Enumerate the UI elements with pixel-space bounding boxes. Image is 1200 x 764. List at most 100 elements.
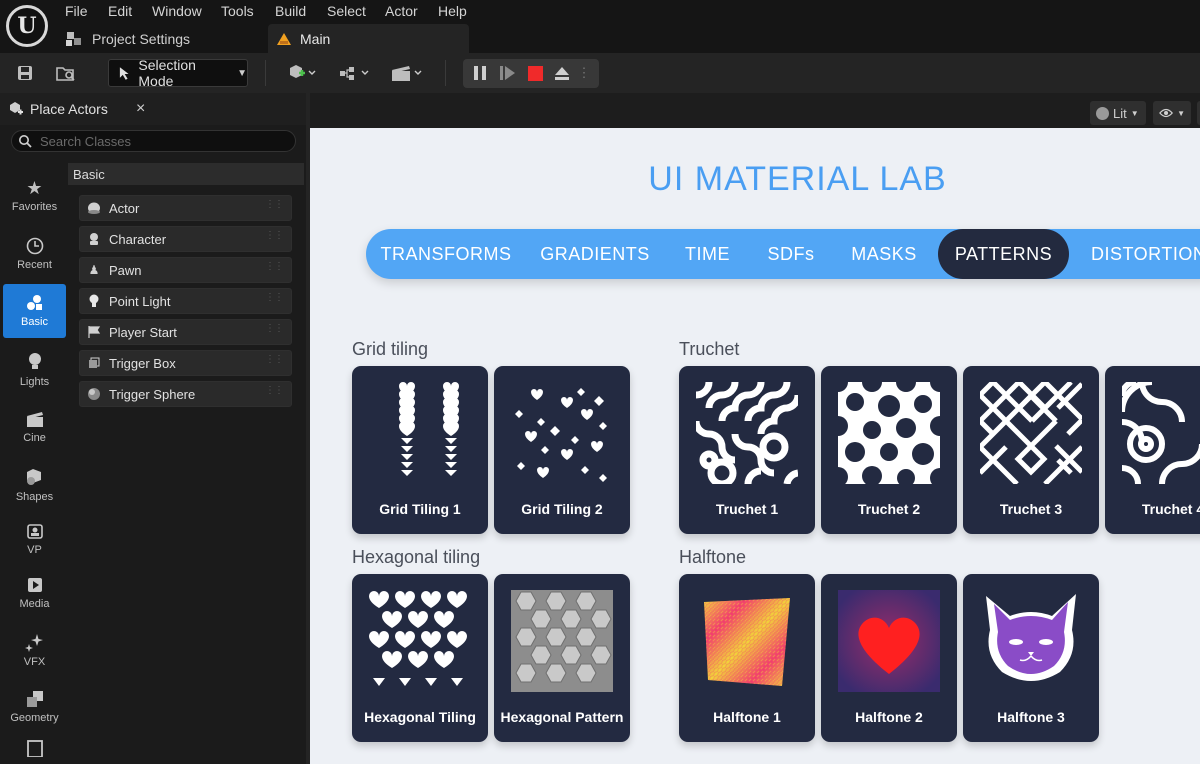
actor-list: Basic Actor ⋮⋮ Character ⋮⋮ ♟ Pawn ⋮⋮ Po… <box>68 163 306 764</box>
tab-transforms[interactable]: TRANSFORMS <box>368 229 524 279</box>
browse-content-button[interactable] <box>52 59 80 87</box>
search-classes-input[interactable]: Search Classes <box>11 130 296 152</box>
category-label: Basic <box>21 316 48 328</box>
tab-main[interactable]: Main <box>268 24 469 54</box>
save-button[interactable] <box>12 59 38 87</box>
tab-gradients[interactable]: GRADIENTS <box>524 229 666 279</box>
actor-item-pawn[interactable]: ♟ Pawn ⋮⋮ <box>79 257 292 283</box>
pattern-card-label: Truchet 2 <box>857 500 921 517</box>
chevron-down-icon: ▼ <box>237 67 247 79</box>
view-mode-lit-button[interactable]: Lit ▼ <box>1090 101 1146 125</box>
menu-tools[interactable]: Tools <box>221 3 254 19</box>
drag-handle-icon[interactable]: ⋮⋮ <box>265 386 284 396</box>
category-label: Lights <box>19 376 50 388</box>
drag-handle-icon[interactable]: ⋮⋮ <box>265 355 284 365</box>
pattern-card[interactable]: Hexagonal Pattern <box>494 574 630 742</box>
halftone-3-thumbnail <box>986 594 1076 681</box>
unreal-logo-icon[interactable]: U <box>6 5 48 47</box>
actor-item-point-light[interactable]: Point Light ⋮⋮ <box>79 288 292 314</box>
tab-project-settings[interactable]: Project Settings <box>64 26 190 52</box>
pattern-card-label: Halftone 3 <box>997 708 1065 725</box>
pattern-card-label: Truchet 4 <box>1141 500 1200 517</box>
drag-handle-icon[interactable]: ⋮⋮ <box>265 231 284 241</box>
show-flags-button[interactable]: ▼ <box>1153 101 1191 125</box>
category-media[interactable]: Media <box>3 566 66 620</box>
pattern-card[interactable]: Truchet 1 <box>679 366 815 534</box>
actor-item-character[interactable]: Character ⋮⋮ <box>79 226 292 252</box>
category-label: Shapes <box>15 491 54 503</box>
category-geometry[interactable]: Geometry <box>3 680 66 734</box>
tab-main-label: Main <box>300 31 331 47</box>
pattern-card[interactable]: Halftone 2 <box>821 574 957 742</box>
drag-handle-icon[interactable]: ⋮⋮ <box>265 324 284 334</box>
category-tabs: TRANSFORMS GRADIENTS TIME SDFs MASKS PAT… <box>366 229 1200 279</box>
truchet-2-thumbnail <box>838 382 940 484</box>
drag-handle-icon[interactable]: ⋮⋮ <box>265 293 284 303</box>
viewport-toolbar: Lit ▼ ▼ <box>310 93 1200 128</box>
bulb-icon <box>28 353 41 369</box>
close-icon[interactable]: × <box>136 100 145 118</box>
level-viewport[interactable]: Lit ▼ ▼ UI MATERIAL LAB TRANSFORMS GRADI… <box>306 93 1200 764</box>
tab-distortions[interactable]: DISTORTIONS <box>1073 229 1200 279</box>
pattern-card[interactable]: Truchet 4 <box>1105 366 1200 534</box>
step-button[interactable] <box>497 59 519 87</box>
category-recent[interactable]: Recent <box>3 227 66 281</box>
section-title-grid-tiling: Grid tiling <box>352 339 429 359</box>
play-options-icon[interactable]: ⋮ <box>577 59 591 87</box>
tab-sdfs[interactable]: SDFs <box>749 229 833 279</box>
category-favorites[interactable]: ★ Favorites <box>3 169 66 223</box>
menu-build[interactable]: Build <box>275 3 306 19</box>
actor-item-actor[interactable]: Actor ⋮⋮ <box>79 195 292 221</box>
menu-select[interactable]: Select <box>327 3 366 19</box>
blueprints-button[interactable] <box>336 59 374 87</box>
pattern-card[interactable]: Truchet 2 <box>821 366 957 534</box>
drag-handle-icon[interactable]: ⋮⋮ <box>265 262 284 272</box>
tab-time[interactable]: TIME <box>666 229 749 279</box>
menu-window[interactable]: Window <box>152 3 202 19</box>
page-title: UI MATERIAL LAB <box>648 160 947 198</box>
category-lights[interactable]: Lights <box>3 343 66 397</box>
drag-handle-icon[interactable]: ⋮⋮ <box>265 200 284 210</box>
menu-help[interactable]: Help <box>438 3 467 19</box>
tab-masks[interactable]: MASKS <box>833 229 935 279</box>
cube-icon <box>26 469 41 485</box>
actor-item-player-start[interactable]: Player Start ⋮⋮ <box>79 319 292 345</box>
eject-button[interactable] <box>551 59 573 87</box>
pause-button[interactable] <box>469 59 491 87</box>
grid-tiling-2-thumbnail <box>515 388 607 482</box>
ui-material-lab-canvas: UI MATERIAL LAB TRANSFORMS GRADIENTS TIM… <box>310 128 1200 764</box>
menu-file[interactable]: File <box>65 3 88 19</box>
menu-actor[interactable]: Actor <box>385 3 418 19</box>
stop-icon <box>527 65 543 81</box>
star-icon: ★ <box>26 178 43 198</box>
cinematics-button[interactable] <box>388 59 426 87</box>
selection-mode-dropdown[interactable]: Selection Mode ▼ <box>108 57 248 89</box>
actor-item-trigger-sphere[interactable]: Trigger Sphere ⋮⋮ <box>79 381 292 407</box>
menu-edit[interactable]: Edit <box>108 3 132 19</box>
pattern-card[interactable]: Halftone 1 <box>679 574 815 742</box>
category-cine[interactable]: Cine <box>3 400 66 454</box>
tab-patterns[interactable]: PATTERNS <box>938 229 1069 279</box>
trigger-sphere-icon <box>87 387 101 401</box>
pattern-card[interactable]: Grid Tiling 1 <box>352 366 488 534</box>
truchet-4-thumbnail <box>1122 382 1200 484</box>
pattern-card[interactable]: Grid Tiling 2 <box>494 366 630 534</box>
category-vp[interactable]: VP <box>3 512 66 566</box>
chevron-down-icon: ▼ <box>1130 108 1139 118</box>
category-shapes[interactable]: Shapes <box>3 458 66 512</box>
category-more[interactable] <box>3 735 66 761</box>
pattern-card-label: Hexagonal Tiling <box>364 708 476 725</box>
actor-label: Actor <box>109 200 140 216</box>
vp-icon <box>26 524 43 539</box>
category-basic[interactable]: Basic <box>3 284 66 338</box>
category-vfx[interactable]: VFX <box>3 623 66 677</box>
add-actor-button[interactable] <box>283 59 321 87</box>
pattern-card[interactable]: Hexagonal Tiling <box>352 574 488 742</box>
pattern-card-label: Grid Tiling 1 <box>379 500 461 517</box>
pattern-card-label: Halftone 2 <box>855 708 923 725</box>
pattern-card[interactable]: Halftone 3 <box>963 574 1099 742</box>
stop-button[interactable] <box>524 59 546 87</box>
bulb-icon <box>87 294 101 308</box>
actor-item-trigger-box[interactable]: Trigger Box ⋮⋮ <box>79 350 292 376</box>
pattern-card[interactable]: Truchet 3 <box>963 366 1099 534</box>
